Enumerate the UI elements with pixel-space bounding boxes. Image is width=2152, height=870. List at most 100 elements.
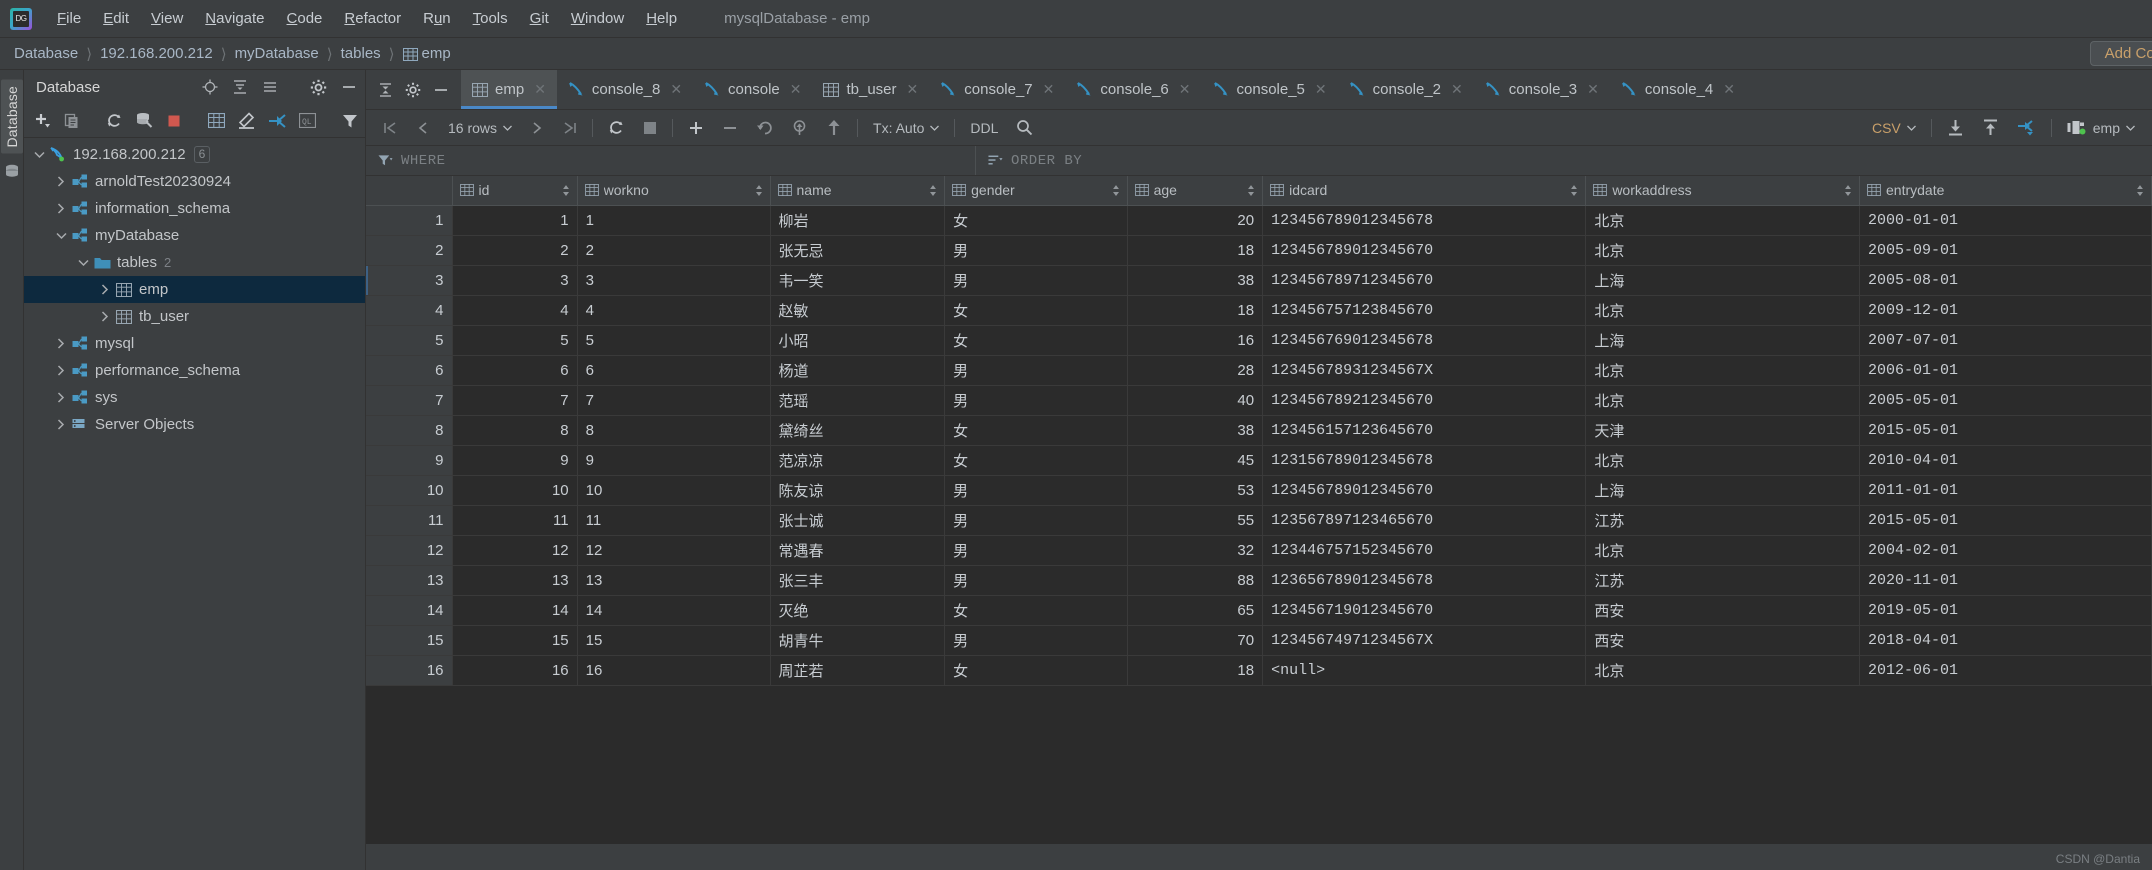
editor-tab-emp[interactable]: emp✕ — [461, 70, 557, 109]
cell-workaddress[interactable]: 北京 — [1586, 385, 1860, 415]
sort-toggle-icon[interactable] — [2136, 184, 2144, 197]
cell-id[interactable]: 1 — [452, 205, 577, 235]
row-number[interactable]: 8 — [366, 415, 452, 445]
locate-icon[interactable] — [202, 79, 218, 95]
sort-toggle-icon[interactable] — [1112, 184, 1120, 197]
sort-toggle-icon[interactable] — [1247, 184, 1255, 197]
cell-age[interactable]: 20 — [1127, 205, 1263, 235]
column-header-id[interactable]: id — [452, 176, 577, 205]
row-number[interactable]: 12 — [366, 535, 452, 565]
row-number[interactable]: 5 — [366, 325, 452, 355]
editor-tab-console_3[interactable]: console_3✕ — [1474, 70, 1610, 109]
cell-workno[interactable]: 7 — [577, 385, 770, 415]
menu-item-navigate[interactable]: Navigate — [194, 7, 275, 30]
cell-id[interactable]: 3 — [452, 265, 577, 295]
cell-gender[interactable]: 女 — [945, 415, 1127, 445]
cell-entrydate[interactable]: 2011-01-01 — [1860, 475, 2152, 505]
editor-tab-tb_user[interactable]: tb_user✕ — [812, 70, 929, 109]
editor-tab-console_8[interactable]: console_8✕ — [557, 70, 693, 109]
editor-tab-console_2[interactable]: console_2✕ — [1338, 70, 1474, 109]
table-row[interactable]: 555小昭女16123456769012345678上海2007-07-01 — [366, 325, 2152, 355]
cell-entrydate[interactable]: 2020-11-01 — [1860, 565, 2152, 595]
jump-to-icon[interactable] — [268, 113, 286, 129]
cell-workno[interactable]: 2 — [577, 235, 770, 265]
datasource-properties-icon[interactable] — [136, 112, 154, 129]
cell-id[interactable]: 14 — [452, 595, 577, 625]
chevron-right-icon[interactable] — [96, 311, 114, 322]
cell-workno[interactable]: 1 — [577, 205, 770, 235]
cell-id[interactable]: 10 — [452, 475, 577, 505]
sort-toggle-icon[interactable] — [1844, 184, 1852, 197]
cell-idcard[interactable]: 123456757123845670 — [1263, 295, 1586, 325]
chevron-right-icon[interactable] — [96, 284, 114, 295]
cell-name[interactable]: 常遇春 — [770, 535, 945, 565]
cell-id[interactable]: 13 — [452, 565, 577, 595]
cell-age[interactable]: 70 — [1127, 625, 1263, 655]
cell-idcard[interactable]: 123456789012345670 — [1263, 235, 1586, 265]
cell-workno[interactable]: 12 — [577, 535, 770, 565]
close-icon[interactable]: ✕ — [1451, 81, 1463, 98]
chevron-right-icon[interactable] — [52, 365, 70, 376]
export-format-selector[interactable]: CSV — [1863, 120, 1925, 136]
transaction-mode-selector[interactable]: Tx: Auto — [864, 120, 948, 136]
add-icon[interactable] — [34, 112, 51, 129]
cell-workno[interactable]: 13 — [577, 565, 770, 595]
menu-item-run[interactable]: Run — [412, 7, 462, 30]
tree-item-mydatabase[interactable]: myDatabase — [24, 222, 365, 249]
table-row[interactable]: 777范瑶男40123456789212345670北京2005-05-01 — [366, 385, 2152, 415]
cell-id[interactable]: 5 — [452, 325, 577, 355]
row-count-selector[interactable]: 16 rows — [439, 120, 521, 136]
revert-selected-icon[interactable] — [782, 119, 817, 136]
cell-age[interactable]: 16 — [1127, 325, 1263, 355]
cell-idcard[interactable]: 123456719012345670 — [1263, 595, 1586, 625]
cell-idcard[interactable]: 12345674971234567X — [1263, 625, 1586, 655]
menu-item-refactor[interactable]: Refactor — [333, 7, 412, 30]
row-number[interactable]: 16 — [366, 655, 452, 685]
menu-item-code[interactable]: Code — [276, 7, 334, 30]
add-row-icon[interactable] — [679, 120, 713, 136]
cell-workno[interactable]: 5 — [577, 325, 770, 355]
cell-age[interactable]: 65 — [1127, 595, 1263, 625]
close-icon[interactable]: ✕ — [1723, 81, 1735, 98]
add-connection-button[interactable]: Add Con — [2090, 41, 2152, 66]
cell-age[interactable]: 18 — [1127, 655, 1263, 685]
search-icon[interactable] — [1007, 119, 1042, 136]
row-number[interactable]: 4 — [366, 295, 452, 325]
cell-entrydate[interactable]: 2005-05-01 — [1860, 385, 2152, 415]
column-header-workno[interactable]: workno — [577, 176, 770, 205]
menu-item-help[interactable]: Help — [635, 7, 688, 30]
cell-age[interactable]: 53 — [1127, 475, 1263, 505]
cell-entrydate[interactable]: 2012-06-01 — [1860, 655, 2152, 685]
cell-workaddress[interactable]: 上海 — [1586, 325, 1860, 355]
row-number[interactable]: 11 — [366, 505, 452, 535]
cell-workno[interactable]: 16 — [577, 655, 770, 685]
cell-id[interactable]: 12 — [452, 535, 577, 565]
tree-item-arnoldtest20230924[interactable]: arnoldTest20230924 — [24, 168, 365, 195]
cell-id[interactable]: 4 — [452, 295, 577, 325]
breadcrumb-item-emp[interactable]: emp — [422, 45, 451, 62]
cell-id[interactable]: 6 — [452, 355, 577, 385]
cell-workaddress[interactable]: 北京 — [1586, 295, 1860, 325]
cell-gender[interactable]: 男 — [945, 265, 1127, 295]
table-row[interactable]: 121212常遇春男32123446757152345670北京2004-02-… — [366, 535, 2152, 565]
cell-name[interactable]: 张士诚 — [770, 505, 945, 535]
column-header-workaddress[interactable]: workaddress — [1586, 176, 1860, 205]
tree-item-emp[interactable]: emp — [24, 276, 365, 303]
cell-gender[interactable]: 男 — [945, 235, 1127, 265]
gear-icon[interactable] — [310, 79, 327, 96]
where-filter-field[interactable]: WHERE — [366, 146, 976, 175]
cell-name[interactable]: 张无忌 — [770, 235, 945, 265]
cell-workno[interactable]: 9 — [577, 445, 770, 475]
cell-age[interactable]: 38 — [1127, 415, 1263, 445]
breadcrumb-item-schema[interactable]: myDatabase — [235, 45, 319, 62]
tree-item-192-168-200-212[interactable]: 192.168.200.2126 — [24, 141, 365, 168]
cell-idcard[interactable]: 123656789012345678 — [1263, 565, 1586, 595]
editor-tab-console_7[interactable]: console_7✕ — [929, 70, 1065, 109]
menu-item-file[interactable]: File — [46, 7, 92, 30]
cell-id[interactable]: 16 — [452, 655, 577, 685]
table-row[interactable]: 333韦一笑男38123456789712345670上海2005-08-01 — [366, 265, 2152, 295]
cell-gender[interactable]: 男 — [945, 505, 1127, 535]
edit-icon[interactable] — [238, 112, 255, 129]
table-row[interactable]: 111柳岩女20123456789012345678北京2000-01-01 — [366, 205, 2152, 235]
menu-item-tools[interactable]: Tools — [462, 7, 519, 30]
